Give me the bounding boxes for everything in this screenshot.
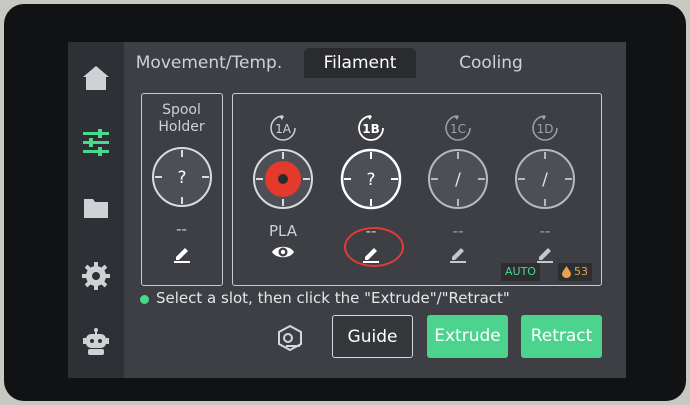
auto-badge[interactable]: AUTO [501,263,540,281]
printer-screen: Movement/Temp. Filament Cooling Spool Ho… [68,42,626,378]
sliders-icon [83,129,109,156]
slot-1a-filament: PLA [268,222,297,240]
ams-slots-card: 1A PLA 1B ? -- 1C / -- 1D / -- AUTO 53 [232,93,602,286]
sidebar-item-assistant[interactable] [78,324,114,360]
sidebar [68,42,124,378]
tab-filament[interactable]: Filament [304,48,416,78]
folder-icon [84,199,108,218]
spool-holder-card[interactable]: Spool Holder ? -- [141,93,223,286]
slot-1d-label: 1D [537,122,554,136]
robot-icon [83,328,109,355]
guide-button[interactable]: Guide [332,315,413,358]
slot-1c[interactable]: 1C / -- [418,94,498,284]
edit-icon[interactable] [533,240,557,264]
slot-1a-badge: 1A [270,115,296,141]
tab-bar: Movement/Temp. Filament Cooling [124,42,626,78]
spool-dial: ? [152,147,212,207]
slot-1d[interactable]: 1D / -- [505,94,585,284]
gear-icon [82,262,110,290]
hint-dot [140,295,149,304]
calibration-icon[interactable] [275,323,305,353]
spool-dial-text: ? [177,168,186,188]
slot-1d-filament: -- [539,222,551,240]
slot-1b-dial-text: ? [366,170,375,190]
slot-1a[interactable]: 1A PLA [243,94,323,284]
slot-1b-dial: ? [340,148,402,210]
spool-filament: -- [176,220,187,238]
sidebar-item-files[interactable] [78,190,114,226]
slot-1a-dial [253,149,313,209]
sidebar-item-settings[interactable] [78,258,114,294]
sidebar-item-home[interactable] [78,60,114,96]
retract-button[interactable]: Retract [521,315,602,358]
tab-cooling[interactable]: Cooling [436,48,546,78]
slot-1c-filament: -- [452,222,464,240]
slot-1d-dial: / [515,149,575,209]
sidebar-item-controls[interactable] [78,124,114,160]
slot-1c-dial: / [428,149,488,209]
slot-1d-dial-text: / [542,170,548,190]
droplet-icon [562,266,571,278]
annotation-circle [344,227,404,267]
home-icon [83,66,109,90]
extrude-button[interactable]: Extrude [427,315,508,358]
edit-icon[interactable] [170,240,194,264]
humidity-badge[interactable]: 53 [558,263,592,281]
slot-1b-label: 1B [362,122,380,136]
tab-movement-temp[interactable]: Movement/Temp. [134,48,284,78]
slot-1d-badge: 1D [532,115,558,141]
humidity-value: 53 [574,265,588,278]
slot-1c-badge: 1C [445,115,471,141]
eye-icon[interactable] [271,240,295,264]
slot-1c-dial-text: / [455,170,461,190]
spool-holder-title: Spool Holder [158,102,205,135]
slot-1b-badge: 1B [358,115,384,141]
slot-1c-label: 1C [450,122,466,136]
slot-1a-label: 1A [275,122,292,136]
hint-text: Select a slot, then click the "Extrude"/… [156,289,510,307]
edit-icon[interactable] [446,240,470,264]
